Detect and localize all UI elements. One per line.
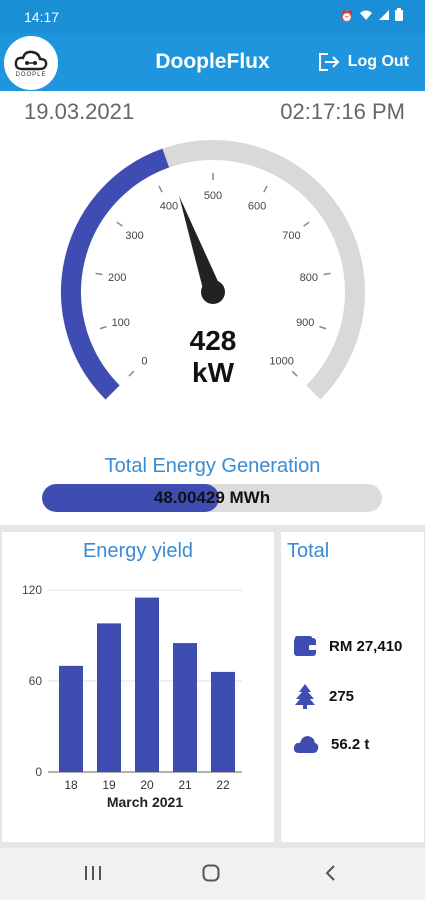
gauge-tick-label: 1000 [269,356,293,368]
chart-bar [59,665,83,772]
gauge-tick [99,325,107,330]
chart-bar [173,643,197,772]
gauge-tick-label: 600 [248,201,266,213]
alarm-icon: ⏰ [340,10,354,23]
chart-bar [97,623,121,772]
status-bar: 14:17 ⏰ [0,0,425,33]
gauge-unit: kW [192,357,234,388]
gauge-tick [95,272,103,276]
generation-progress-bar: 48.00429 MWh [42,484,382,512]
gauge-tick-label: 300 [125,230,143,242]
chart-bar [135,597,159,772]
home-icon [202,864,220,882]
back-button[interactable] [324,864,336,888]
gauge-tick [319,325,327,330]
recent-apps-icon [85,866,101,880]
gauge-tick-label: 200 [108,272,126,284]
trees-value: 275 [329,687,355,705]
chart-bar [211,671,235,772]
savings-value: RM 27,410 [329,637,403,655]
gauge-tick-label: 400 [160,201,178,213]
y-tick-label: 0 [35,765,42,779]
wallet-icon [294,636,316,656]
signal-icon [378,9,390,24]
gauge-tick-label: 800 [300,272,318,284]
y-tick-label: 60 [29,674,43,688]
co2-value: 56.2 t [331,735,370,753]
gauge-tick-label: 0 [141,356,147,368]
gauge-tick [323,272,331,276]
gauge-tick [158,185,163,193]
x-tick-label: 18 [64,778,78,792]
trees-stat: 275 [293,683,354,709]
x-tick-label: 22 [216,778,230,792]
x-axis-label: March 2021 [107,794,183,810]
y-tick-label: 120 [22,583,42,597]
energy-yield-chart: 0 60 120 18 19 20 21 22 March 2021 [22,583,242,810]
status-time: 14:17 [24,9,60,25]
power-gauge: 0 100 200 300 400 500 600 700 800 900 1000 [61,140,365,400]
gauge-tick-label: 700 [282,230,300,242]
total-generation-label: Total Energy Generation [104,455,321,477]
savings-stat: RM 27,410 [293,635,402,657]
gauge-tick [291,370,298,377]
generation-value: 48.00429 MWh [153,488,271,507]
co2-stat: 56.2 t [293,734,369,754]
tree-icon [295,684,315,709]
gauge-tick [116,221,123,227]
wifi-icon [359,9,373,24]
app-bar: DOOPLE DoopleFlux Log Out [0,33,425,91]
gauge-needle [179,195,222,295]
battery-icon [395,8,403,24]
logout-label: Log Out [347,53,409,70]
status-icons: ⏰ [340,8,403,24]
totals-title: Total [287,540,330,562]
recent-apps-button[interactable] [84,864,102,887]
gauge-tick-label: 100 [112,317,130,329]
gauge-tick-label: 500 [204,190,222,202]
logout-button[interactable]: Log Out [318,52,409,72]
x-tick-label: 19 [102,778,116,792]
home-button[interactable] [202,864,220,888]
gauge-value: 428 [189,325,237,356]
gauge-tick-label: 900 [296,317,314,329]
x-tick-label: 21 [178,778,192,792]
totals-card: Total RM 27,410 275 56.2 t [281,532,424,842]
cloud-icon [293,736,319,753]
gauge-tick [263,185,268,193]
power-gauge-card: 19.03.2021 02:17:16 PM 0 100 200 300 400 500 6… [0,91,425,525]
system-nav-bar [0,848,425,900]
gauge-needle-hub [201,280,225,304]
logout-icon [318,53,340,71]
gauge-tick [128,370,135,377]
energy-yield-card: Energy yield 0 60 120 18 19 20 21 22 March 2021 [2,532,274,842]
back-icon [325,865,335,881]
gauge-tick [303,221,310,227]
x-tick-label: 20 [140,778,154,792]
